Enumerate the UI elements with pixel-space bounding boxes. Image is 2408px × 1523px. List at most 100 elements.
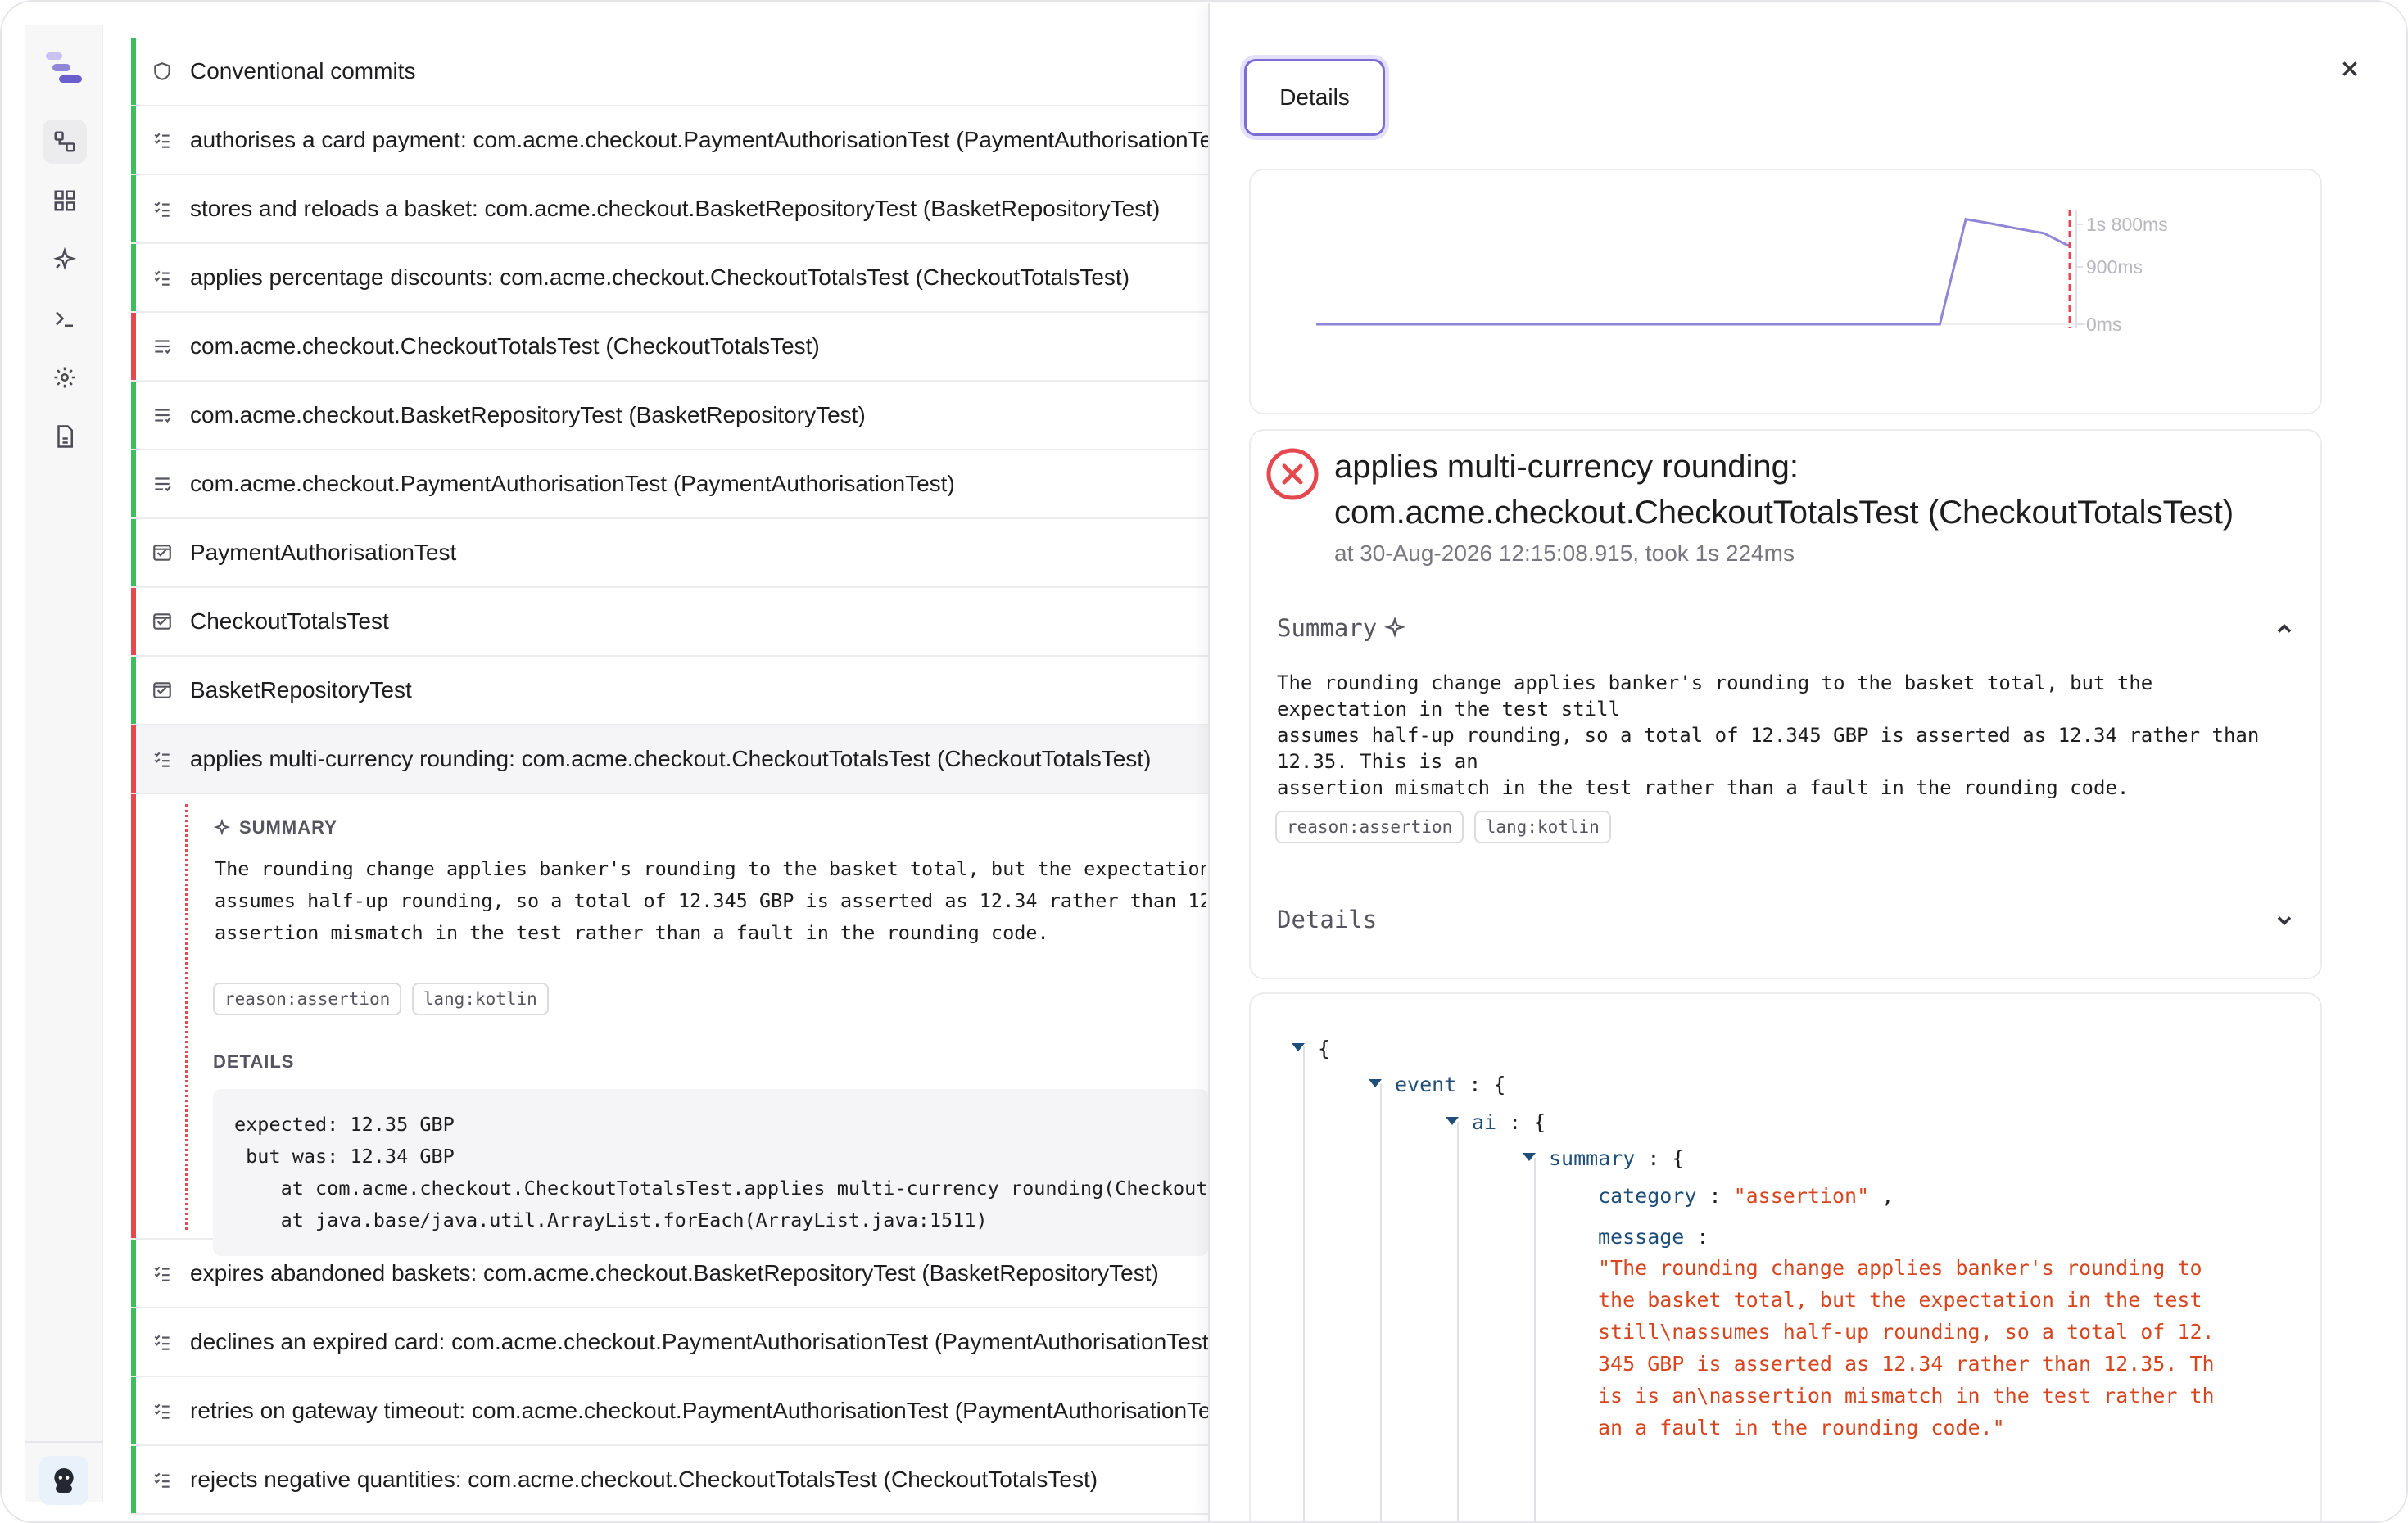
test-results-list: Conventional commits authorises a card pa… [131,38,1208,1521]
tag-reason[interactable]: reason:assertion [213,983,402,1015]
test-case-icon [151,1399,174,1422]
json-message-key: message : [1598,1225,1709,1249]
terminal-icon[interactable] [43,296,87,341]
details-section-label: DETAILS [213,1051,295,1072]
duration-series-line [1316,217,2071,326]
tab-details[interactable]: Details [1244,59,1385,136]
status-bar-pass [131,1240,136,1307]
status-bar-pass [131,450,136,517]
status-bar-pass [131,1377,136,1444]
test-row-label: applies percentage discounts: com.acme.c… [190,264,1130,290]
test-row[interactable]: applies multi-currency rounding: com.acm… [131,725,1208,794]
test-row-label: com.acme.checkout.PaymentAuthorisationTe… [190,471,955,496]
app-window: Conventional commits authorises a card pa… [0,0,2408,1523]
json-open-brace: { [1318,1037,1331,1060]
dashboard-icon[interactable] [43,179,87,223]
y-tick-label: 900ms [2086,256,2143,278]
stack-trace-text: expected: 12.35 GBP but was: 12.34 GBP a… [234,1113,1208,1232]
collapse-toggle-icon[interactable] [1446,1117,1459,1125]
close-icon[interactable] [2332,51,2368,87]
test-row[interactable]: com.acme.checkout.BasketRepositoryTest (… [131,382,1208,450]
test-case-icon [151,748,174,771]
test-row[interactable]: stores and reloads a basket: com.acme.ch… [131,175,1208,244]
ai-sparkle-icon [213,819,231,836]
test-row[interactable]: BasketRepositoryTest [131,657,1208,725]
details-heading[interactable]: Details [1277,906,1377,933]
duration-chart: 1s 800ms 900ms 0ms [1315,210,2168,335]
github-octocat-icon[interactable] [39,1456,88,1505]
test-result-card: applies multi-currency rounding: com.acm… [1249,429,2322,979]
tag-lang[interactable]: lang:kotlin [411,983,549,1015]
test-file-icon [151,610,174,633]
docs-icon[interactable] [43,414,87,459]
test-file-icon [151,679,174,702]
collapse-toggle-icon[interactable] [1523,1153,1536,1161]
collapse-toggle-icon[interactable] [1369,1079,1382,1087]
test-case-icon [151,1468,174,1491]
test-row[interactable]: applies percentage discounts: com.acme.c… [131,244,1208,313]
summary-tags: reason:assertion lang:kotlin [213,983,555,1015]
expanded-guide [185,804,188,1230]
summary-section-label: SUMMARY [213,817,337,838]
summary-text: The rounding change applies banker's rou… [1277,671,2260,799]
test-row[interactable]: PaymentAuthorisationTest [131,519,1208,588]
tag-lang[interactable]: lang:kotlin [1473,811,1611,843]
test-row[interactable]: CheckoutTotalsTest [131,588,1208,657]
status-bar-pass [131,175,136,242]
test-case-icon [151,1331,174,1354]
status-bar-fail [131,794,136,1238]
test-row[interactable]: declines an expired card: com.acme.check… [131,1308,1208,1377]
test-row-label: applies multi-currency rounding: com.acm… [190,746,1152,771]
test-title: applies multi-currency rounding: com.acm… [1334,449,2234,531]
status-bar-pass [131,1308,136,1376]
test-row[interactable]: retries on gateway timeout: com.acme.che… [131,1377,1208,1446]
json-message-line: "The rounding change applies banker's ro… [1598,1256,2202,1280]
test-row[interactable]: Conventional commits [131,38,1208,106]
test-case-icon [151,1262,174,1285]
test-row-label: com.acme.checkout.BasketRepositoryTest (… [190,402,866,427]
test-file-icon [151,541,174,564]
chevron-down-icon[interactable] [2273,909,2296,932]
ai-sparkle-icon[interactable] [43,237,87,282]
test-row-label: Conventional commits [190,58,416,84]
test-row-label: stores and reloads a basket: com.acme.ch… [190,196,1161,221]
stack-trace-box: expected: 12.35 GBP but was: 12.34 GBP a… [213,1089,1208,1256]
test-row-label: authorises a card payment: com.acme.chec… [190,127,1208,152]
test-row[interactable]: com.acme.checkout.PaymentAuthorisationTe… [131,450,1208,519]
chevron-up-icon[interactable] [2273,617,2296,640]
summary-heading[interactable]: Summary [1277,614,1406,642]
test-row[interactable]: authorises a card payment: com.acme.chec… [131,106,1208,175]
app-logo[interactable] [43,47,85,90]
status-bar-pass [131,106,136,174]
json-message-line: an a fault in the rounding code." [1598,1416,2005,1439]
test-row-label: retries on gateway timeout: com.acme.che… [190,1398,1208,1423]
status-bar-pass [131,519,136,586]
test-row[interactable]: rejects negative quantities: com.acme.ch… [131,1446,1208,1515]
summary-heading-label: Summary [1277,614,1378,642]
status-bar-fail [131,725,136,793]
settings-icon[interactable] [43,355,87,400]
y-tick-label: 0ms [2086,314,2121,335]
y-tick-label: 1s 800ms [2086,214,2168,235]
test-row-label: BasketRepositoryTest [190,677,412,703]
pipelines-icon[interactable] [43,120,87,164]
test-case-icon [151,197,174,220]
json-viewer: { event : { ai : { summary : { category … [1251,994,2320,1521]
collapse-toggle-icon[interactable] [1292,1043,1305,1051]
status-bar-fail [131,588,136,655]
test-row[interactable]: com.acme.checkout.CheckoutTotalsTest (Ch… [131,313,1208,382]
json-ai-line: ai : { [1472,1110,1546,1134]
details-panel: Details 1s 800ms 900ms 0ms applies multi-c… [1208,3,2406,1521]
ai-sparkle-icon [1384,617,1406,638]
status-bar-pass [131,244,136,311]
tag-reason[interactable]: reason:assertion [1275,811,1464,843]
status-bar-fail [131,313,136,380]
test-row-label: com.acme.checkout.CheckoutTotalsTest (Ch… [190,333,820,359]
status-bar-pass [131,38,136,105]
summary-label: SUMMARY [239,817,337,838]
summary-text: The rounding change applies banker's rou… [215,857,1206,944]
json-message-line: is is an\nassertion mismatch in the test… [1598,1384,2215,1408]
json-summary-line: summary : { [1549,1146,1685,1170]
test-suite-icon [151,404,174,427]
test-case-icon [151,266,174,289]
